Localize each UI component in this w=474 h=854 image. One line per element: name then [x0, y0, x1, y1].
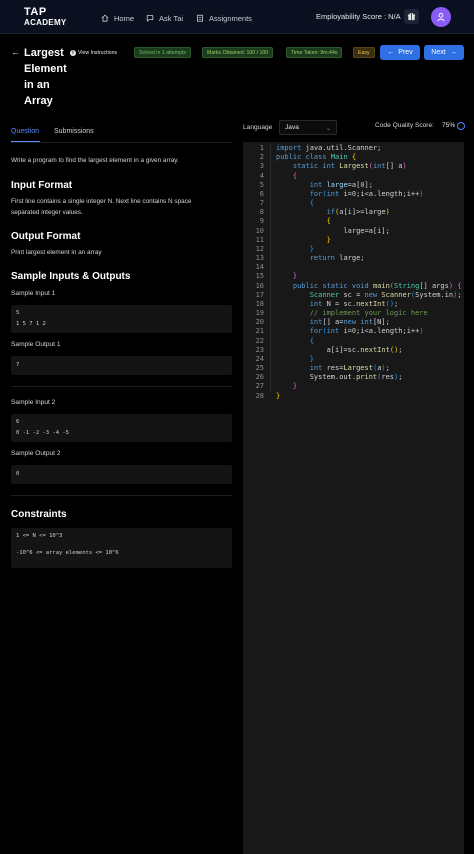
nav-ask-tai-label: Ask Tai: [159, 13, 184, 23]
gift-button[interactable]: [404, 9, 419, 24]
nav-assignments-label: Assignments: [209, 13, 252, 23]
chevron-down-icon: ⌄: [325, 126, 331, 132]
code-editor[interactable]: 1 import java.util.Scanner; 2 public class…: [243, 142, 464, 854]
sample-output-2-label: Sample Output 2: [11, 450, 61, 457]
code-quality-value: 75%: [442, 122, 456, 129]
sample-output-2-value: 0: [16, 471, 20, 477]
input-format-text: First line contains a single integer N. …: [11, 198, 192, 216]
nav-ask-tai[interactable]: Ask Tai: [146, 11, 183, 25]
gift-icon: [407, 12, 416, 21]
language-value: Java: [285, 124, 299, 131]
constraint-2: -10^6 <= array elements <= 10^6: [16, 550, 119, 556]
sample-input-1-line2: 1 5 7 1 2: [16, 321, 46, 327]
quality-ring-icon: [457, 122, 465, 130]
sample-input-1-label: Sample Input 1: [11, 290, 56, 297]
next-button[interactable]: Next →: [424, 45, 464, 60]
arrow-right-icon: →: [449, 49, 457, 56]
tap-academy-logo[interactable]: TAP ACADEMY: [24, 6, 68, 28]
logo-line1: TAP: [24, 6, 47, 18]
nav-assignments[interactable]: Assignments: [196, 11, 252, 25]
sample-input-2-box: 6 0 -1 -2 -3 -4 -5: [11, 414, 232, 442]
problem-statement: Write a program to find the largest elem…: [11, 157, 179, 164]
constraints-divider: [11, 495, 232, 496]
solved-badge: Solved in 1 attempts: [134, 47, 192, 58]
prev-button[interactable]: ← Prev: [380, 45, 420, 60]
sample-input-2-label: Sample Input 2: [11, 399, 56, 406]
nav-home[interactable]: Home: [101, 11, 134, 25]
sample-input-2-line2: 0 -1 -2 -3 -4 -5: [16, 430, 69, 436]
prev-label: Prev: [398, 49, 413, 56]
logo-line2: ACADEMY: [24, 18, 67, 27]
info-icon: i: [70, 49, 76, 56]
top-navbar: TAP ACADEMY Home Ask Tai Assignments Emp…: [0, 0, 474, 34]
sample-divider: [11, 386, 232, 387]
constraints-box: 1 <= N <= 10^3 -10^6 <= array elements <…: [11, 528, 232, 568]
constraints-heading: Constraints: [11, 509, 67, 520]
samples-heading: Sample Inputs & Outputs: [11, 271, 131, 282]
indent-guide: [270, 144, 271, 392]
problem-title: Largest Element in an Array: [24, 47, 67, 107]
home-icon: [101, 14, 109, 22]
back-arrow-icon[interactable]: ←: [11, 47, 20, 57]
clipboard-icon: [197, 14, 203, 22]
output-format-heading: Output Format: [11, 231, 81, 242]
user-avatar[interactable]: [431, 7, 451, 27]
user-icon: [437, 13, 445, 22]
sample-input-1-line1: 5: [16, 310, 20, 316]
language-label: Language: [243, 124, 273, 131]
sample-output-1-label: Sample Output 1: [11, 341, 61, 348]
view-instructions-button[interactable]: i View Instructions: [68, 47, 119, 58]
sample-output-1-box: 7: [11, 356, 232, 375]
tab-submissions[interactable]: Submissions: [54, 128, 94, 135]
sample-output-2-box: 0: [11, 465, 232, 484]
employability-score: Employability Score : N/A: [316, 12, 401, 21]
sample-input-2-line1: 6: [16, 419, 20, 425]
arrow-left-icon: ←: [387, 49, 395, 56]
input-format-heading: Input Format: [11, 180, 73, 191]
nav-home-label: Home: [114, 13, 135, 23]
difficulty-badge: Easy: [353, 47, 375, 58]
code-quality: Code Quality Score: 75%: [375, 122, 455, 129]
marks-badge: Marks Obtained: 100 / 100: [202, 47, 274, 58]
chat-icon: [146, 15, 154, 22]
tab-divider: [11, 142, 232, 143]
next-label: Next: [431, 49, 446, 56]
output-format-text: Print largest element in an array: [11, 249, 102, 256]
tab-question[interactable]: Question: [11, 128, 39, 135]
code-quality-label: Code Quality Score:: [375, 122, 435, 129]
active-tab-indicator: [11, 141, 40, 142]
time-taken-badge: Time Taken: 9m:44s: [286, 47, 343, 58]
language-select[interactable]: Java ⌄: [279, 120, 337, 135]
sample-output-1-value: 7: [16, 362, 20, 368]
view-instructions-label: View Instructions: [78, 49, 118, 56]
sample-input-1-box: 5 1 5 7 1 2: [11, 305, 232, 333]
constraint-1: 1 <= N <= 10^3: [16, 533, 63, 539]
